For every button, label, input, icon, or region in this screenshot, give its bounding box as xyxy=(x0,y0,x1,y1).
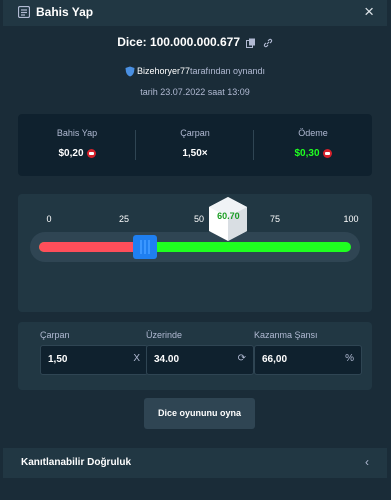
slider-tick: 25 xyxy=(118,214,130,224)
multiplier-field: Çarpan 1,50 X xyxy=(40,330,148,375)
multiplier-input[interactable]: 1,50 X xyxy=(40,345,148,375)
provably-fair-label: Kanıtlanabilir Doğruluk xyxy=(21,457,132,468)
stat-label: Bahis Yap xyxy=(56,128,98,138)
field-label: Kazanma Şansı xyxy=(254,330,318,340)
slider-tick: 100 xyxy=(343,214,359,224)
refresh-icon[interactable]: ⟳ xyxy=(238,353,246,364)
stat-value: $0,30 xyxy=(254,148,372,159)
lose-range xyxy=(39,242,146,252)
field-value: 66,00 xyxy=(262,354,288,365)
stat-bet-amount: Bahis Yap $0,20 xyxy=(18,114,136,176)
slider-tick: 0 xyxy=(46,214,52,224)
field-value: 1,50 xyxy=(48,354,68,365)
roll-over-input[interactable]: 34.00 ⟳ xyxy=(146,345,254,375)
stat-label: Ödeme xyxy=(298,128,328,138)
field-label: Çarpan xyxy=(40,330,70,340)
currency-icon xyxy=(86,148,96,158)
link-icon[interactable] xyxy=(263,38,273,48)
stat-payout: Ödeme $0,30 xyxy=(254,114,372,176)
chevron-left-icon[interactable]: ‹ xyxy=(365,455,369,469)
betslip-icon xyxy=(18,6,30,18)
player-username[interactable]: Bizehoryer77 xyxy=(137,66,190,76)
slider-tick: 50 xyxy=(193,214,205,224)
win-chance-field: Kazanma Şansı 66,00 % xyxy=(254,330,362,375)
dice-result-marker: 60.70 xyxy=(206,195,250,243)
copy-icon[interactable] xyxy=(246,38,256,48)
slider-track[interactable] xyxy=(30,232,360,262)
percent-icon: % xyxy=(345,353,354,364)
slider-tick: 75 xyxy=(269,214,281,224)
dice-slider-panel: 0 25 50 75 100 60.70 xyxy=(18,194,372,312)
stat-multiplier: Çarpan 1,50× xyxy=(136,114,254,176)
bet-id: Dice: 100.000.000.677 xyxy=(3,35,387,49)
stat-value: $0,20 xyxy=(18,148,136,159)
stat-value-text: 1,50× xyxy=(182,148,208,159)
provably-fair-section[interactable]: Kanıtlanabilir Doğruluk ‹ xyxy=(3,448,387,478)
played-by: Bizehoryer77tarafından oynandı xyxy=(3,66,387,77)
vip-shield-icon xyxy=(125,66,135,77)
stat-value-text: $0,20 xyxy=(58,148,84,159)
slider-bar xyxy=(39,242,351,252)
played-by-suffix: tarafından oynandı xyxy=(189,66,266,76)
multiplier-suffix-icon: X xyxy=(133,353,140,364)
field-value: 34.00 xyxy=(154,354,180,365)
stat-value-text: $0,30 xyxy=(294,148,320,159)
stat-label: Çarpan xyxy=(180,128,210,138)
close-icon[interactable]: × xyxy=(364,2,374,22)
bet-date: tarih 23.07.2022 saat 13:09 xyxy=(140,87,250,97)
win-chance-input[interactable]: 66,00 % xyxy=(254,345,362,375)
stat-value: 1,50× xyxy=(136,148,254,159)
roll-over-field: Üzerinde 34.00 ⟳ xyxy=(146,330,254,375)
bet-modal: Bahis Yap × Dice: 100.000.000.677 Bizeho… xyxy=(3,0,387,500)
currency-icon xyxy=(322,148,332,158)
modal-header: Bahis Yap × xyxy=(3,0,387,26)
bet-id-text: Dice: 100.000.000.677 xyxy=(117,35,241,49)
play-dice-button[interactable]: Dice oyununu oyna xyxy=(144,398,255,429)
bet-parameters: Çarpan 1,50 X Üzerinde 34.00 ⟳ Kazanma Ş… xyxy=(18,322,372,390)
modal-title: Bahis Yap xyxy=(36,5,94,19)
bet-stats: Bahis Yap $0,20 Çarpan 1,50× Ödeme $0,30 xyxy=(18,114,372,176)
dice-result-value: 60.70 xyxy=(217,211,240,221)
field-label: Üzerinde xyxy=(146,330,183,340)
slider-handle[interactable] xyxy=(133,235,158,259)
